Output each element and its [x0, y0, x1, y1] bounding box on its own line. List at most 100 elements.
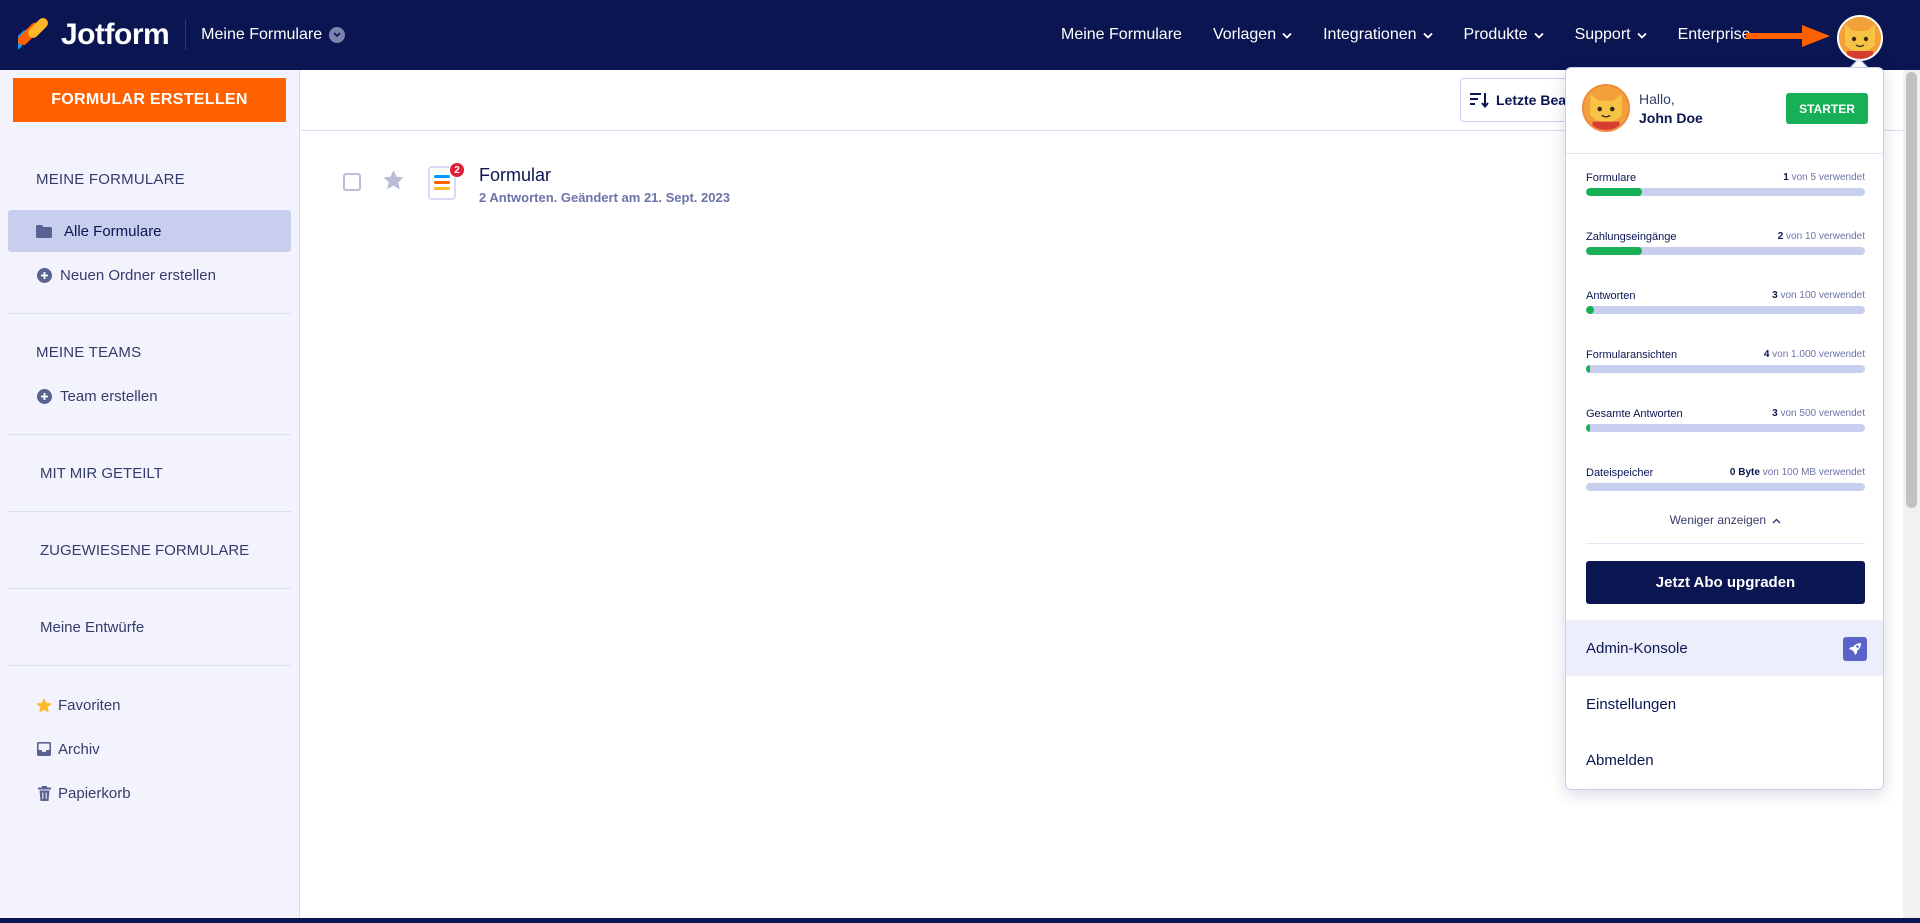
- usage-value: 3 von 100 verwendet: [1772, 290, 1865, 301]
- chevron-down-icon: [329, 27, 346, 43]
- usage-used: 0 Byte: [1729, 467, 1760, 478]
- upgrade-button[interactable]: Jetzt Abo upgraden: [1586, 561, 1865, 604]
- chevron-down-icon: [1282, 32, 1292, 39]
- chevron-down-icon: [1422, 32, 1433, 39]
- menu-item-admin-console[interactable]: Admin-Konsole: [1566, 620, 1883, 676]
- sidebar-item-trash[interactable]: Papierkorb: [8, 772, 291, 814]
- nav-label: Vorlagen: [1212, 26, 1277, 43]
- nav-label: Integrationen: [1323, 26, 1417, 43]
- account-dropdown: Hallo, John Doe STARTER Formulare 1 von 5…: [1565, 67, 1884, 790]
- menu-item-label: Abmelden: [1586, 751, 1654, 769]
- show-less-label: Weniger anzeigen: [1669, 513, 1767, 527]
- nav-label: Support: [1574, 26, 1631, 43]
- usage-limit: von 10 verwendet: [1786, 231, 1865, 242]
- sidebar-divider: [8, 434, 291, 435]
- usage-used: 2: [1777, 231, 1784, 242]
- nav-label: Enterprise: [1677, 26, 1751, 43]
- usage-used: 3: [1772, 408, 1778, 419]
- nav-label: Meine Formulare: [1061, 26, 1182, 43]
- menu-item-settings[interactable]: Einstellungen: [1566, 676, 1883, 732]
- usage-limit: von 100 verwendet: [1780, 290, 1865, 301]
- sidebar-item-new-folder[interactable]: Neuen Ordner erstellen: [8, 254, 291, 296]
- usage-progress-fill: [1586, 365, 1590, 373]
- nav-templates[interactable]: Vorlagen: [1213, 26, 1292, 44]
- trash-icon: [36, 785, 52, 801]
- dropdown-divider: [1586, 543, 1865, 544]
- usage-progress-fill: [1586, 188, 1642, 196]
- user-avatar-button[interactable]: [1837, 15, 1883, 61]
- sidebar-item-archive[interactable]: Archiv: [8, 728, 291, 770]
- nav-enterprise[interactable]: Enterprise: [1678, 26, 1751, 44]
- nav-integrations[interactable]: Integrationen: [1323, 26, 1433, 44]
- usage-progress-bar: [1586, 483, 1865, 491]
- sort-icon: [1470, 92, 1490, 108]
- brand-name: Jotform: [61, 18, 170, 51]
- account-avatar: [1582, 84, 1630, 132]
- usage-limit: von 1.000 verwendet: [1772, 349, 1865, 360]
- user-name: John Doe: [1639, 110, 1703, 126]
- menu-item-logout[interactable]: Abmelden: [1566, 732, 1883, 788]
- nav-my-forms[interactable]: Meine Formulare: [1061, 26, 1182, 44]
- usage-used: 1: [1783, 172, 1789, 183]
- usage-progress-fill: [1586, 247, 1642, 255]
- sidebar-item-drafts[interactable]: Meine Entwürfe: [40, 619, 144, 636]
- new-submissions-badge: 2: [449, 162, 465, 178]
- jotform-logo[interactable]: Jotform: [18, 0, 170, 70]
- nav-products[interactable]: Produkte: [1464, 26, 1544, 44]
- chevron-down-icon: [1533, 32, 1544, 39]
- form-title[interactable]: Formular: [479, 165, 551, 186]
- sidebar-item-create-team[interactable]: Team erstellen: [8, 375, 291, 417]
- favorite-star-icon[interactable]: [383, 170, 404, 190]
- scrollbar-thumb[interactable]: [1906, 72, 1917, 508]
- sidebar-item-favorites[interactable]: Favoriten: [8, 684, 291, 726]
- sidebar-divider: [8, 313, 291, 314]
- menu-item-label: Einstellungen: [1586, 695, 1677, 713]
- usage-progress-bar: [1586, 188, 1865, 196]
- breadcrumb-my-forms[interactable]: Meine Formulare: [201, 26, 346, 44]
- usage-label: Formularansichten: [1586, 349, 1678, 361]
- rocket-icon: [1843, 637, 1867, 661]
- usage-value: 4 von 1.000 verwendet: [1764, 349, 1865, 360]
- sort-label: Letzte Bea: [1496, 92, 1567, 108]
- sidebar-item-assigned-forms[interactable]: ZUGEWIESENE FORMULARE: [40, 542, 249, 559]
- star-icon: [36, 697, 52, 713]
- account-header: Hallo, John Doe STARTER: [1566, 68, 1883, 154]
- usage-progress-fill: [1586, 306, 1595, 314]
- plus-circle-icon: [36, 388, 52, 404]
- usage-label: Formulare: [1586, 172, 1637, 184]
- sidebar-divider: [8, 511, 291, 512]
- chevron-up-icon: [1772, 518, 1781, 524]
- usage-limit: von 5 verwendet: [1791, 172, 1865, 183]
- plan-badge[interactable]: STARTER: [1786, 93, 1868, 124]
- jotform-logo-icon: [18, 18, 48, 52]
- usage-value: 1 von 5 verwendet: [1783, 172, 1865, 183]
- avatar-icon: [1839, 17, 1881, 59]
- section-heading-my-teams: MEINE TEAMS: [36, 344, 142, 361]
- usage-progress-bar: [1586, 365, 1865, 373]
- top-navigation-bar: Jotform Meine Formulare Meine Formulare …: [0, 0, 1920, 70]
- main-menu: Meine Formulare Vorlagen Integrationen P…: [1061, 0, 1782, 70]
- sidebar: FORMULAR ERSTELLEN MEINE FORMULARE Alle …: [0, 70, 300, 923]
- sidebar-item-shared-with-me[interactable]: MIT MIR GETEILT: [40, 465, 163, 482]
- usage-label: Dateispeicher: [1586, 467, 1654, 479]
- folder-icon: [36, 223, 52, 239]
- usage-value: 2 von 10 verwendet: [1778, 231, 1865, 242]
- sidebar-item-label: Team erstellen: [60, 387, 158, 405]
- form-list-item[interactable]: 2 Formular 2 Antworten. Geändert am 21. …: [301, 150, 1551, 220]
- usage-progress-bar: [1586, 424, 1865, 432]
- sidebar-divider: [8, 665, 291, 666]
- usage-label: Gesamte Antworten: [1586, 408, 1683, 420]
- section-heading-my-forms: MEINE FORMULARE: [36, 171, 185, 188]
- archive-tray-icon: [36, 741, 52, 757]
- nav-support[interactable]: Support: [1575, 26, 1647, 44]
- create-form-button[interactable]: FORMULAR ERSTELLEN: [13, 78, 286, 122]
- nav-label: Produkte: [1463, 26, 1528, 43]
- usage-used: 3: [1772, 290, 1778, 301]
- usage-label: Zahlungseingänge: [1586, 231, 1677, 243]
- form-select-checkbox[interactable]: [343, 173, 361, 191]
- sidebar-item-label: Neuen Ordner erstellen: [60, 266, 216, 284]
- show-less-link[interactable]: Weniger anzeigen: [1566, 513, 1883, 527]
- sidebar-item-all-forms[interactable]: Alle Formulare: [8, 210, 291, 252]
- usage-label: Antworten: [1586, 290, 1636, 302]
- avatar-icon: [1584, 86, 1628, 130]
